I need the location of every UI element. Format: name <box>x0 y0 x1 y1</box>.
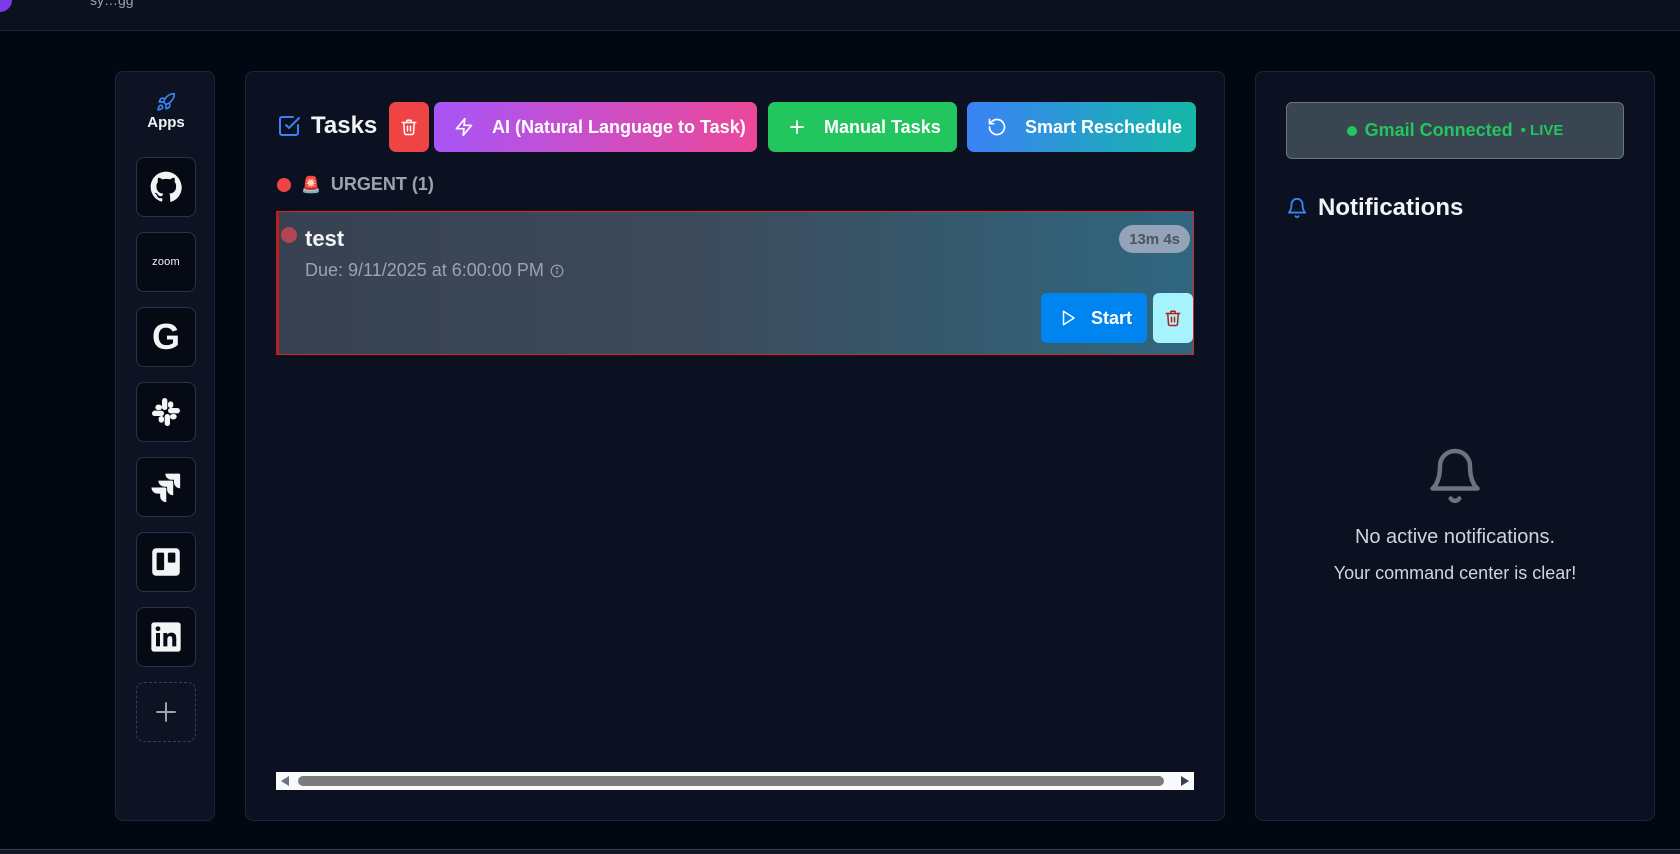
refresh-icon <box>988 118 1006 136</box>
app-tile-zoom[interactable]: zoom <box>136 232 196 292</box>
start-task-label: Start <box>1091 307 1133 328</box>
trello-icon <box>152 548 180 576</box>
lightning-icon <box>455 117 473 137</box>
manual-tasks-button[interactable]: Manual Tasks <box>768 102 957 152</box>
gmail-status-text: Gmail Connected <box>1364 120 1513 140</box>
tasks-panel: Tasks AI (Natural Language to Task) Manu… <box>245 71 1225 821</box>
delete-task-button[interactable] <box>1153 293 1193 343</box>
notifications-panel: Gmail Connected • LIVE Notifications No … <box>1255 71 1655 821</box>
app-tile-google[interactable]: G <box>136 307 196 367</box>
smart-reschedule-button[interactable]: Smart Reschedule <box>967 102 1196 152</box>
ai-task-label: AI (Natural Language to Task) <box>492 116 746 137</box>
info-icon[interactable] <box>550 264 564 278</box>
horizontal-scrollbar[interactable] <box>276 772 1194 790</box>
task-due: Due: 9/11/2025 at 6:00:00 PM <box>305 260 564 281</box>
scroll-right-icon[interactable] <box>1181 776 1189 786</box>
task-card[interactable]: test Due: 9/11/2025 at 6:00:00 PM 13m 4s… <box>276 211 1194 355</box>
plus-icon <box>790 120 804 134</box>
zoom-icon: zoom <box>152 256 180 268</box>
rocket-icon <box>157 92 176 111</box>
page-title: Tasks <box>311 112 378 139</box>
app-tile-jira[interactable] <box>136 457 196 517</box>
urgent-group-label: URGENT (1) <box>330 174 434 194</box>
apps-sidebar: Apps zoom G <box>115 71 215 821</box>
task-timer-badge: 13m 4s <box>1119 225 1190 253</box>
add-app-button[interactable] <box>136 682 196 742</box>
gmail-status-badge[interactable]: Gmail Connected • LIVE <box>1286 102 1624 159</box>
smart-reschedule-label: Smart Reschedule <box>1025 116 1183 137</box>
app-tile-trello[interactable] <box>136 532 196 592</box>
ai-task-button[interactable]: AI (Natural Language to Task) <box>434 102 757 152</box>
urgent-dot-icon <box>277 177 291 192</box>
task-title: test <box>305 226 345 251</box>
bell-icon <box>1430 448 1480 504</box>
checkbox-icon <box>279 116 300 136</box>
app-tile-slack[interactable] <box>136 382 196 442</box>
github-icon <box>150 171 182 202</box>
scroll-left-icon[interactable] <box>281 776 289 786</box>
live-badge: • LIVE <box>1520 122 1564 139</box>
scrollbar-thumb[interactable] <box>298 776 1164 786</box>
avatar[interactable] <box>0 0 12 12</box>
urgent-group-header[interactable]: 🚨 URGENT (1) <box>277 174 434 195</box>
top-bar: sy…gg <box>0 0 1680 31</box>
task-due-text: Due: 9/11/2025 at 6:00:00 PM <box>305 260 544 280</box>
trash-icon <box>1165 310 1181 327</box>
notifications-header: Notifications <box>1286 194 1463 222</box>
apps-header: Apps <box>116 92 216 131</box>
linkedin-icon <box>151 622 181 652</box>
start-task-button[interactable]: Start <box>1041 293 1147 343</box>
google-icon: G <box>151 316 180 357</box>
delete-all-button[interactable] <box>389 102 429 152</box>
priority-dot-icon <box>281 227 297 243</box>
trash-icon <box>401 119 417 136</box>
jira-icon <box>151 473 181 503</box>
manual-tasks-label: Manual Tasks <box>824 116 941 137</box>
bell-icon <box>1287 198 1307 219</box>
app-tile-github[interactable] <box>136 157 196 217</box>
plus-icon <box>156 702 176 722</box>
empty-subtitle: Your command center is clear! <box>1333 563 1577 583</box>
siren-icon: 🚨 <box>301 176 321 194</box>
slack-icon <box>152 398 180 426</box>
apps-label: Apps <box>147 114 185 131</box>
app-tile-linkedin[interactable] <box>136 607 196 667</box>
empty-title: No active notifications. <box>1354 526 1556 548</box>
user-name: sy…gg <box>90 0 134 8</box>
bottom-divider <box>0 849 1680 854</box>
tasks-header: Tasks <box>277 112 377 140</box>
status-dot-icon <box>1346 125 1357 136</box>
empty-state: No active notifications. Your command ce… <box>1256 446 1654 584</box>
play-icon <box>1062 310 1075 326</box>
notifications-title: Notifications <box>1318 194 1464 221</box>
